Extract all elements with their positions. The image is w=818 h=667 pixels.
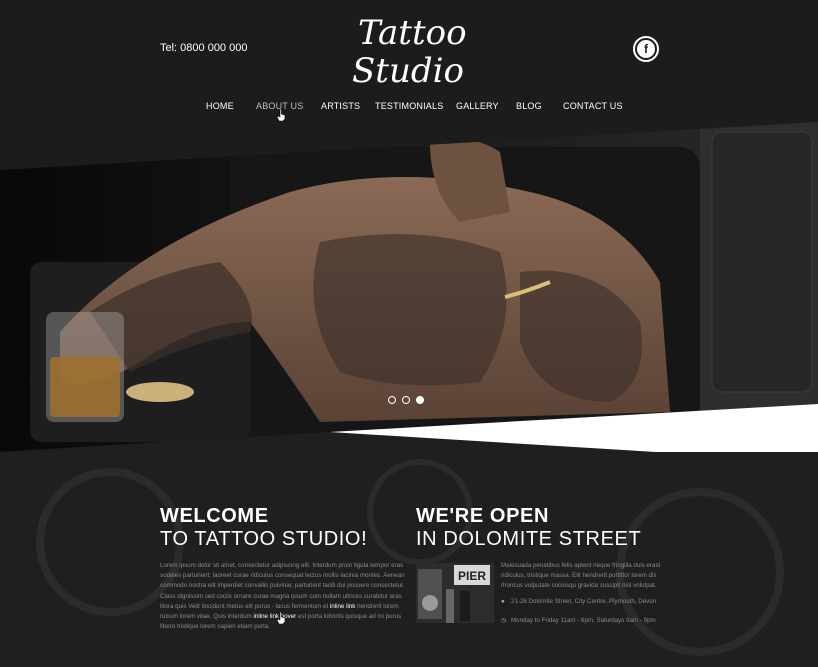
phone-number[interactable]: Tel: 0800 000 000 (160, 42, 247, 54)
inline-link[interactable]: inline link (330, 603, 355, 610)
nav-item-testimonials[interactable]: TESTIMONIALS (375, 101, 443, 111)
nav-item-gallery[interactable]: GALLERY (456, 101, 499, 111)
logo-mark: Tattoo Studio (352, 13, 467, 91)
address-row: ● 21-26 Dolomite Street, City Centre, Ply… (501, 598, 656, 605)
hours-text: Monday to Friday 11am - 6pm, Saturdays 9… (511, 617, 656, 624)
nav-item-home[interactable]: HOME (206, 101, 234, 111)
open-title: WE'RE OPEN (416, 505, 549, 527)
open-text: Malesuada penatibus felis aptent neque f… (501, 562, 661, 589)
main-nav: HOME ABOUT US ARTISTS TESTIMONIALS GALLE… (0, 101, 818, 115)
hero-image (0, 122, 818, 462)
inline-link-hover[interactable]: inline link hover (254, 613, 297, 620)
clock-icon: ◷ (501, 617, 507, 624)
nav-item-contact-us[interactable]: CONTACT US (563, 101, 623, 111)
nav-item-blog[interactable]: BLOG (516, 101, 542, 111)
facebook-icon: f (637, 40, 655, 58)
hours-row: ◷ Monday to Friday 11am - 6pm, Saturdays … (501, 617, 656, 624)
nav-item-artists[interactable]: ARTISTS (321, 101, 360, 111)
map-pin-icon: ● (501, 598, 505, 605)
hand-cursor-icon (277, 109, 286, 121)
address-text: 21-26 Dolomite Street, City Centre, Plym… (511, 598, 657, 605)
hero-slider[interactable] (0, 122, 818, 462)
slider-dot-3[interactable] (416, 396, 424, 404)
shop-image[interactable]: PIER (416, 563, 494, 623)
shop-sign: PIER (458, 569, 486, 583)
slider-dot-1[interactable] (388, 396, 396, 404)
facebook-button[interactable]: f (633, 36, 659, 62)
slider-dot-2[interactable] (402, 396, 410, 404)
background-pattern (36, 459, 784, 656)
open-subtitle: IN DOLOMITE STREET (416, 528, 642, 550)
logo-line2: Studio (352, 51, 464, 91)
slider-pagination (388, 396, 424, 404)
welcome-subtitle: TO TATTOO STUDIO! (160, 528, 368, 550)
logo-line1: Tattoo (358, 13, 467, 53)
hand-cursor-icon (277, 612, 286, 624)
logo[interactable]: Tattoo Studio (340, 6, 480, 92)
welcome-title: WELCOME (160, 505, 269, 527)
storefront-photo: PIER (416, 563, 494, 623)
